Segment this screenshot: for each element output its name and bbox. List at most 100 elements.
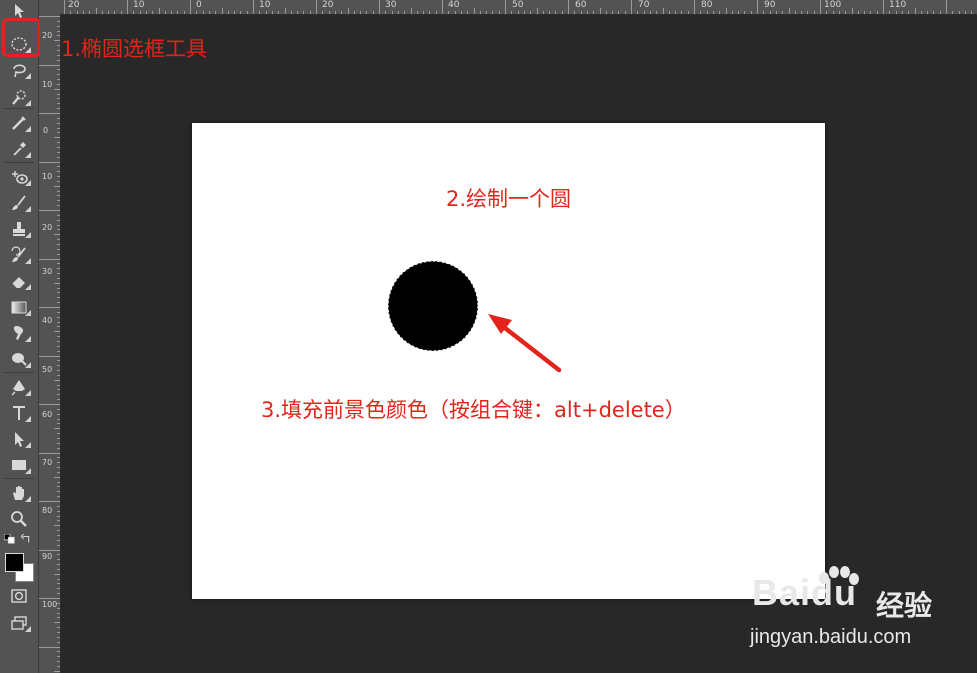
ruler-tick (385, 11, 387, 14)
ruler-tick (57, 263, 60, 265)
ruler-tick (57, 505, 60, 507)
ruler-tick (57, 108, 60, 110)
ruler-tick (549, 11, 551, 14)
ruler-tick (542, 11, 544, 14)
ruler-tick (290, 11, 292, 14)
hand-tool[interactable] (5, 482, 33, 504)
ruler-tick (57, 467, 60, 469)
ruler-tick (57, 602, 60, 604)
vertical-ruler[interactable]: 20 10 0 10 20 30 40 50 60 70 80 90 100 (39, 14, 61, 673)
ruler-tick (303, 11, 305, 14)
ruler-label: 10 (133, 0, 145, 10)
ruler-tick (57, 292, 60, 294)
ruler-tick (57, 219, 60, 221)
ruler-tick (54, 185, 60, 187)
ruler-tick (838, 11, 840, 14)
ruler-tick (54, 282, 60, 284)
ruler-tick (39, 161, 60, 163)
ruler-tick (39, 598, 60, 599)
spot-healing-tool[interactable] (5, 166, 33, 188)
ruler-tick (57, 83, 60, 85)
eraser-tool[interactable] (5, 270, 33, 292)
ruler-tick (57, 156, 60, 158)
ruler-label: 10 (42, 172, 53, 181)
ruler-label: 30 (385, 0, 397, 10)
ruler-origin[interactable] (39, 0, 60, 14)
quick-selection-tool[interactable] (5, 86, 33, 108)
ruler-tick (637, 11, 639, 14)
eyedropper-tool[interactable] (5, 138, 33, 160)
ruler-tick (54, 428, 60, 430)
ruler-tick (57, 336, 60, 338)
ruler-tick (442, 0, 443, 14)
ruler-tick (57, 45, 60, 47)
ruler-tick (39, 16, 60, 17)
ruler-tick (360, 11, 362, 14)
screen-mode-button[interactable] (5, 612, 33, 634)
pen-tool[interactable] (5, 376, 33, 398)
zoom-tool[interactable] (5, 508, 33, 530)
crop-tool[interactable] (5, 112, 33, 134)
ruler-tick (54, 622, 60, 624)
rectangle-tool[interactable] (5, 454, 33, 476)
ruler-tick (57, 302, 60, 304)
ruler-tick (259, 11, 261, 14)
ruler-tick (39, 258, 60, 260)
blur-tool[interactable] (5, 322, 33, 344)
ruler-tick (177, 11, 179, 14)
ruler-tick (196, 11, 198, 14)
ruler-tick (473, 8, 475, 14)
ruler-tick (183, 11, 185, 14)
ruler-tick (120, 11, 122, 14)
ruler-label: 20 (42, 223, 53, 232)
ruler-tick (54, 476, 60, 478)
path-selection-tool[interactable] (5, 428, 33, 450)
ruler-tick (57, 297, 60, 299)
ruler-tick (605, 11, 607, 14)
ruler-tick (284, 8, 286, 14)
history-brush-tool[interactable] (5, 244, 33, 266)
ruler-tick (208, 11, 210, 14)
foreground-color-swatch[interactable] (5, 553, 24, 572)
clone-stamp-tool[interactable] (5, 218, 33, 240)
ruler-tick (145, 11, 147, 14)
watermark-brand: Baidu (752, 572, 858, 613)
ruler-tick (738, 11, 740, 14)
ruler-tick (39, 404, 60, 405)
ruler-tick (763, 11, 765, 14)
ruler-tick (64, 0, 65, 14)
ruler-tick (54, 670, 60, 672)
ruler-tick (57, 311, 60, 313)
lasso-tool[interactable] (5, 59, 33, 81)
ruler-label: 60 (575, 0, 587, 10)
swap-colors-button[interactable] (20, 533, 34, 545)
type-tool[interactable] (5, 402, 33, 424)
ruler-tick (668, 11, 670, 14)
ruler-tick (57, 612, 60, 614)
ruler-tick (139, 11, 141, 14)
horizontal-ruler[interactable]: 20 10 0 10 20 30 40 50 60 70 80 90 100 1… (60, 0, 977, 15)
brush-tool[interactable] (5, 192, 33, 214)
ruler-tick (164, 11, 166, 14)
ruler-tick (297, 11, 299, 14)
ruler-tick (366, 11, 368, 14)
gradient-tool[interactable] (5, 296, 33, 318)
dodge-tool[interactable] (5, 348, 33, 370)
ruler-tick (95, 8, 97, 14)
ruler-tick (341, 11, 343, 14)
ruler-tick (908, 11, 910, 14)
ruler-tick (687, 11, 689, 14)
ruler-tick (57, 205, 60, 207)
ruler-tick (643, 11, 645, 14)
quick-mask-button[interactable] (5, 585, 33, 607)
ruler-tick (57, 437, 60, 439)
ruler-tick (662, 8, 664, 14)
ruler-tick (54, 234, 60, 236)
ruler-label: 70 (638, 0, 650, 10)
default-colors-icon (4, 534, 15, 544)
move-tool[interactable] (5, 4, 33, 18)
ruler-tick (57, 103, 60, 105)
ruler-tick (57, 200, 60, 202)
default-colors-button[interactable] (3, 533, 17, 545)
ruler-tick (57, 462, 60, 464)
